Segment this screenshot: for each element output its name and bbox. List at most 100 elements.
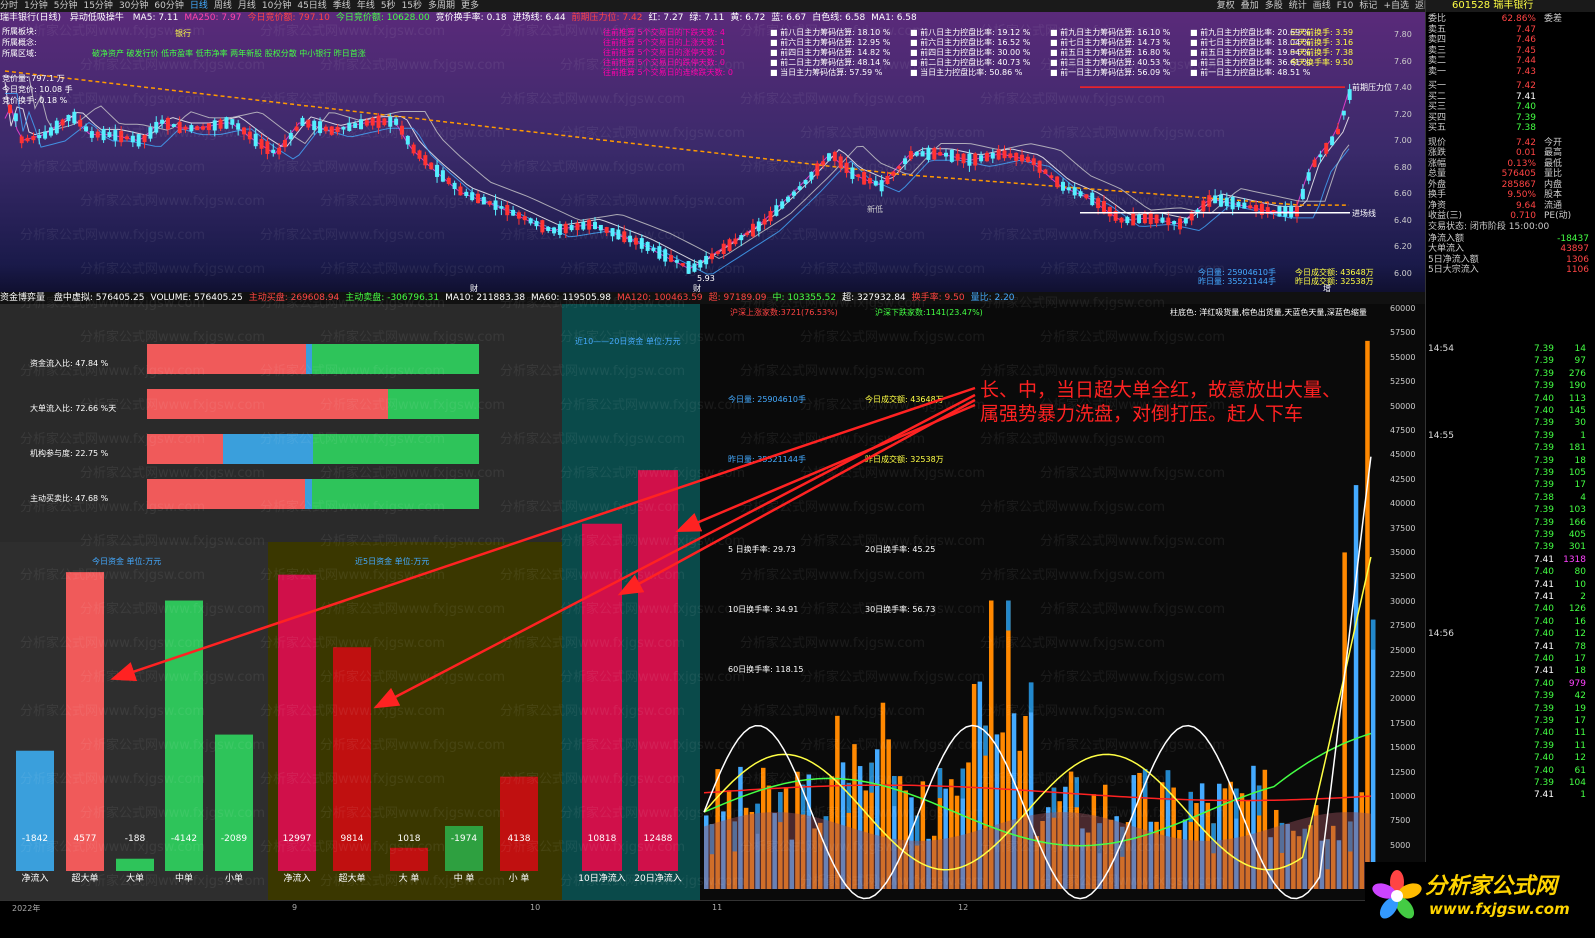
period-tab[interactable]: 多周期: [428, 0, 455, 12]
candle-body: [698, 260, 703, 268]
annotation-line-1: 长、中，当日超大单全红，故意放出大量、: [980, 379, 1342, 401]
annotation-text: 长、中，当日超大单全红，故意放出大量、 属强势暴力洗盘，对倒打压。赶人下车: [980, 378, 1341, 426]
volume-axis-tick: 15000: [1390, 743, 1416, 753]
fund-bar-value: 1018: [398, 834, 421, 844]
candle-body: [803, 179, 808, 185]
fund-title[interactable]: 资金博弈量: [0, 293, 45, 303]
period-tab[interactable]: 日线: [190, 0, 208, 12]
fund-bar: [116, 858, 154, 871]
candle-body: [48, 127, 53, 136]
candle-body: [288, 132, 293, 140]
tick-price: 7.39: [1533, 778, 1554, 788]
candle-body: [762, 218, 767, 225]
candle-body: [206, 123, 211, 131]
tick-qty: 1318: [1563, 554, 1586, 565]
candle-body: [195, 126, 200, 131]
fund-bar: [390, 847, 428, 871]
candle-body: [745, 232, 750, 236]
period-tab[interactable]: 15秒: [402, 0, 422, 12]
period-tab[interactable]: 5分钟: [54, 0, 78, 12]
tick-row: 7.39 105: [1426, 467, 1591, 479]
fund-bar-category: 净流入: [21, 872, 48, 884]
chip-stat-line: ■ 当日主力控盘比率: 50.86 %: [910, 68, 1023, 77]
period-tab[interactable]: 30分钟: [119, 0, 148, 12]
period-tab[interactable]: 15分钟: [83, 0, 112, 12]
site-logo: 分析家公式网 www.fxjgsw.com: [1365, 862, 1595, 937]
ma-line: [4, 81, 1350, 264]
row-key: 买五: [1428, 123, 1447, 133]
toolbar-action-button[interactable]: 叠加: [1241, 0, 1259, 12]
period-tab[interactable]: 年线: [357, 0, 375, 12]
toolbar-action-button[interactable]: 画线: [1313, 0, 1331, 12]
row-value: 7.40: [1515, 102, 1536, 112]
period-tab[interactable]: 周线: [214, 0, 232, 12]
toolbar-action-button[interactable]: 标记: [1359, 0, 1377, 12]
period-tab[interactable]: 更多: [461, 0, 479, 12]
candle-body: [1072, 187, 1077, 196]
candle-body: [1096, 198, 1101, 209]
row-extra: 流通: [1544, 200, 1563, 211]
candle-body: [920, 151, 925, 157]
tick-qty: 12: [1574, 629, 1586, 640]
tick-row: 7.40 80: [1426, 566, 1591, 578]
tick-price: 7.39: [1533, 542, 1554, 553]
period-tab[interactable]: 月线: [238, 0, 256, 12]
period-toolbar: 分时 1分钟 5分钟 15分钟 30分钟 60分钟 日线 周线 月线 10分钟 45日线 季线 年线 5秒…: [0, 0, 1595, 12]
period-tab[interactable]: 60分钟: [154, 0, 183, 12]
fund-bar-value: -2089: [221, 834, 247, 844]
kline-indicator-value: MA5: 7.11: [132, 13, 179, 23]
tick-row: 7.39 17: [1426, 715, 1591, 727]
tick-qty: 78: [1574, 641, 1586, 652]
candle-body: [1207, 195, 1212, 207]
candle-body: [534, 220, 539, 227]
toolbar-action-button[interactable]: 复权: [1217, 0, 1235, 12]
turnover-line: 二天前换手: 3.16: [1290, 38, 1354, 47]
toolbar-action-button[interactable]: +自选: [1383, 0, 1409, 12]
candle-body: [452, 182, 457, 190]
period-tab[interactable]: 分时: [0, 0, 18, 12]
candle-body: [95, 131, 100, 138]
candle-body: [1178, 218, 1182, 230]
ask-row: 卖五 7.47: [1426, 25, 1591, 35]
candle-body: [1049, 175, 1054, 179]
chip-stat-line: ■ 前一日主力控盘比率: 48.51 %: [1190, 68, 1311, 77]
kline-indicator-value: 白色线: 6.58: [812, 13, 866, 23]
candle-body: [739, 235, 744, 241]
price-axis-tick: 6.20: [1394, 242, 1412, 251]
tick-price: 7.41: [1533, 666, 1554, 677]
tick-qty: 104: [1568, 778, 1586, 788]
flow-key: 5日净流入额: [1428, 254, 1479, 265]
candle-body: [423, 155, 428, 166]
candle-body: [1341, 110, 1346, 116]
period-tab[interactable]: 10分钟: [262, 0, 291, 12]
volume-axis-tick: 17500: [1390, 718, 1416, 728]
period-tab[interactable]: 5秒: [381, 0, 396, 12]
period-tab[interactable]: 季线: [333, 0, 351, 12]
candle-body: [1119, 217, 1124, 223]
tick-qty: 10: [1574, 579, 1586, 590]
candle-body: [891, 171, 896, 176]
tick-price: 7.39: [1533, 716, 1554, 726]
candle-body: [1242, 202, 1247, 209]
fund-header-value: VOLUME: 576405.25: [150, 293, 243, 303]
candle-body: [1201, 200, 1206, 212]
period-tab[interactable]: 45日线: [297, 0, 326, 12]
turnover-line: 今天换手率: 9.50: [1290, 58, 1354, 67]
toolbar-action-button[interactable]: F10: [1337, 0, 1354, 12]
volume-axis-tick: 27500: [1390, 621, 1416, 631]
candle-body: [201, 126, 206, 130]
toolbar-action-button[interactable]: 多股: [1265, 0, 1283, 12]
tick-time: 14:54: [1428, 344, 1454, 354]
tick-row: 7.39 181: [1426, 442, 1591, 454]
toolbar-action-button[interactable]: 统计: [1289, 0, 1307, 12]
kline-indicator[interactable]: 异动低吸操牛: [70, 13, 124, 23]
stock-code-name[interactable]: 601528 瑞丰银行: [1452, 0, 1533, 12]
period-tab[interactable]: 1分钟: [24, 0, 48, 12]
tick-price: 7.41: [1533, 790, 1554, 801]
kline-panel[interactable]: 瑞丰银行(日线) 异动低吸操牛 MA5: 7.11 MA250: 7.97 今日竞价…: [0, 12, 1425, 293]
kline-indicator-value: 进场线: 6.44: [512, 13, 566, 23]
tick-row: 7.39 103: [1426, 504, 1591, 516]
row-extra: 股本: [1544, 190, 1563, 200]
fund-bar: [445, 825, 483, 871]
candle-body: [435, 164, 440, 177]
